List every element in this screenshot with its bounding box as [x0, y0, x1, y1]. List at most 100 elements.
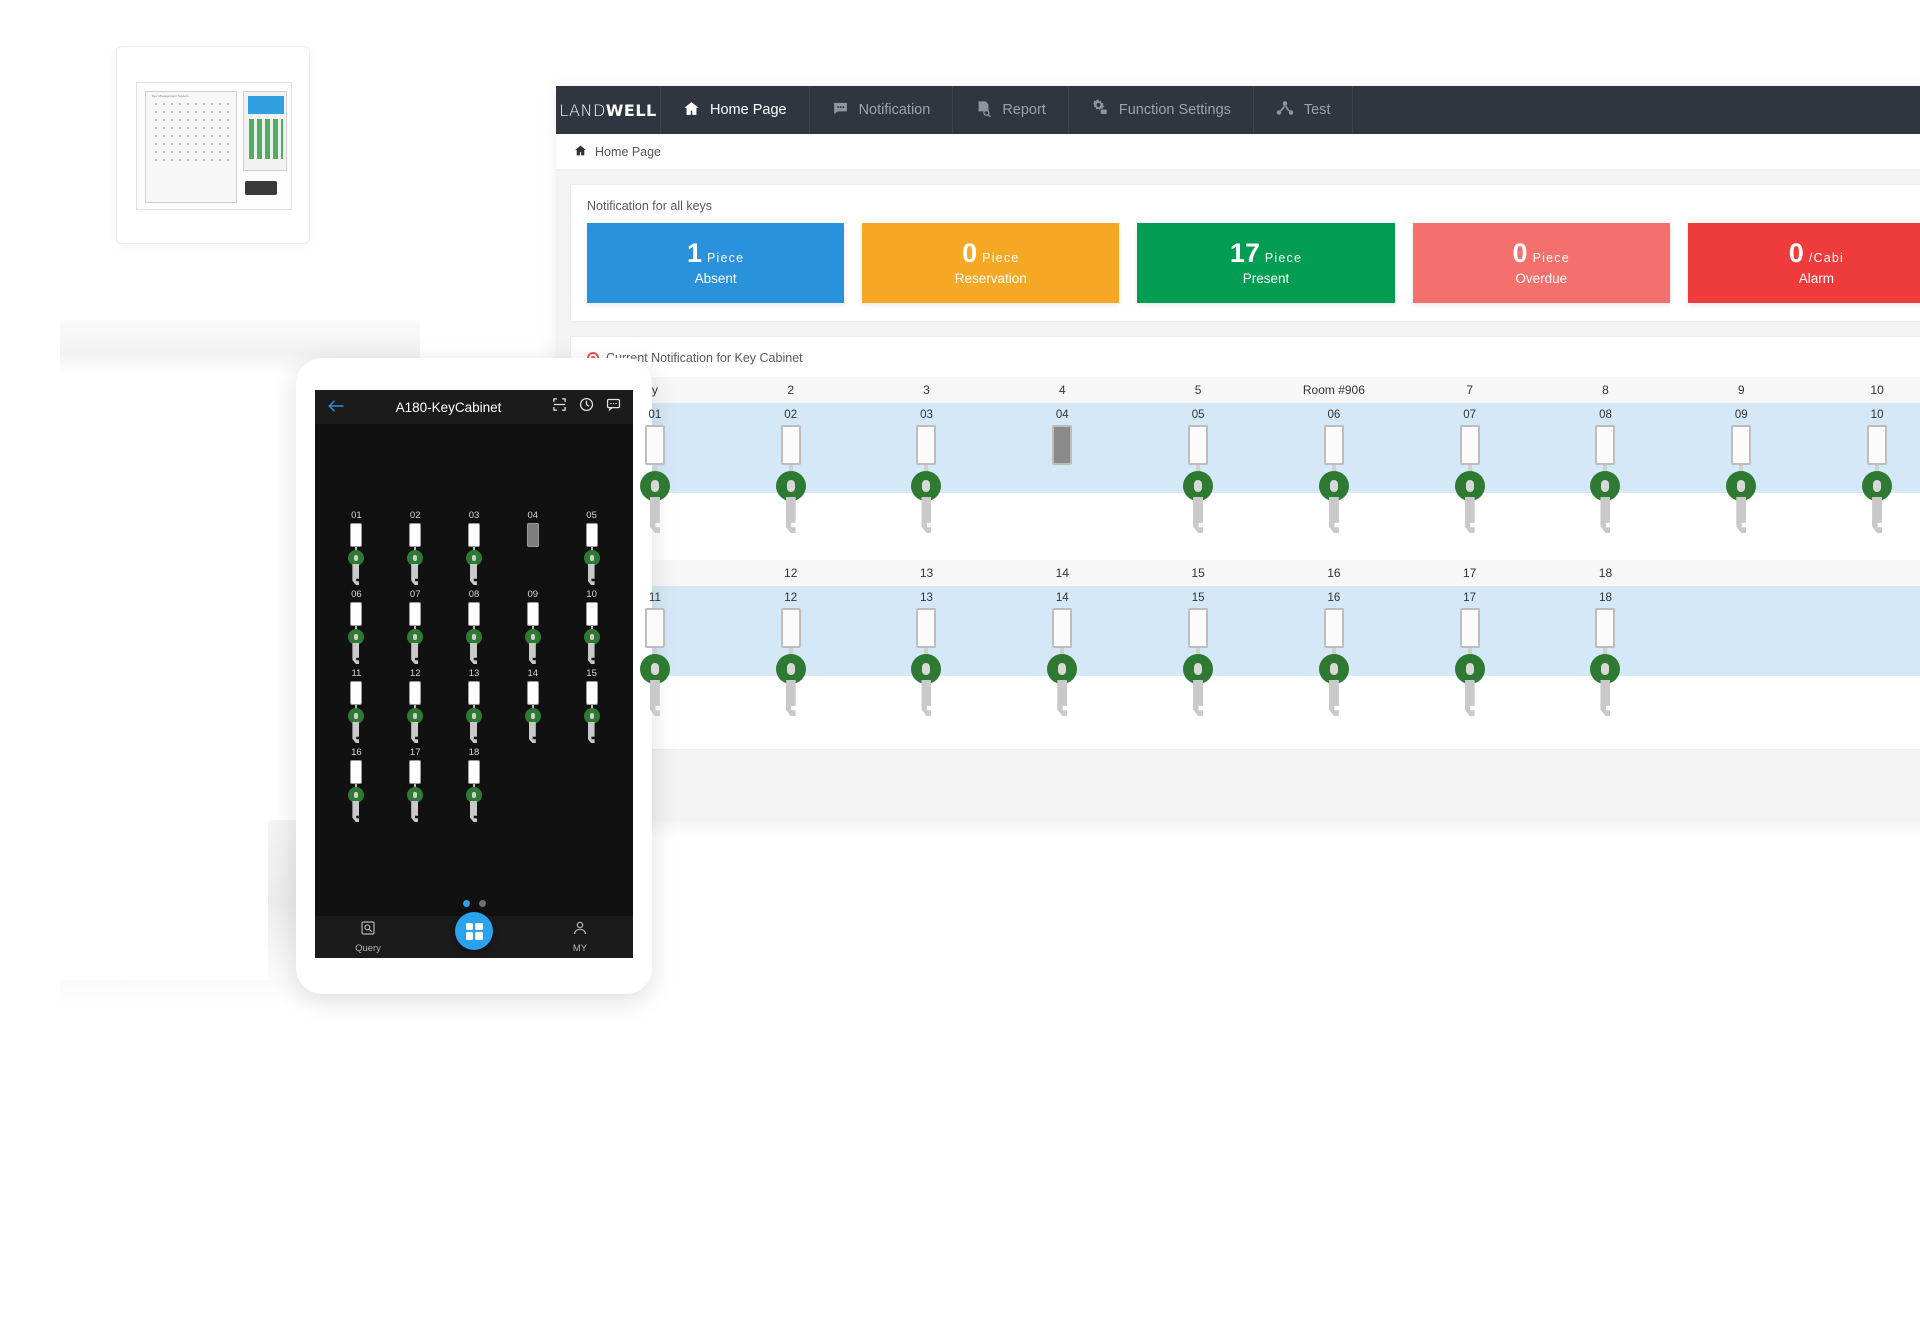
mobile-key-number: 08 — [468, 589, 480, 600]
key-tag-icon — [774, 425, 808, 535]
status-card-alarm-unit: /Cabi — [1808, 251, 1845, 265]
key-tag-icon — [1181, 425, 1215, 535]
mobile-key-number: 01 — [351, 510, 362, 521]
key-cell-number: 17 — [1463, 592, 1477, 604]
key-tag-icon — [1860, 425, 1894, 535]
key-cabinet-table-row-1: y 2 3 4 5 Room #906 7 8 9 10 01 02 03 04… — [587, 377, 1920, 548]
key-cell[interactable]: 01 — [587, 403, 723, 548]
key-tag-icon — [638, 425, 672, 535]
status-card-present[interactable]: 17 Piece Present — [1137, 223, 1395, 303]
mobile-key-cell[interactable]: 12 — [386, 668, 445, 743]
back-arrow-icon[interactable] — [327, 399, 345, 416]
key-cell-number: 11 — [648, 592, 661, 604]
status-card-absent[interactable]: 1 Piece Absent — [587, 223, 845, 303]
product-photo-card: Key Management System — [116, 46, 310, 244]
key-cell[interactable]: 09 — [1673, 403, 1809, 548]
mobile-key-cell[interactable]: 13 — [445, 668, 504, 743]
page-dot[interactable] — [478, 900, 486, 907]
key-tag-icon — [405, 602, 425, 664]
nav-item-report-label: Report — [1002, 102, 1046, 118]
key-cell[interactable]: 14 — [994, 586, 1130, 731]
nav-item-test[interactable]: Test — [1254, 86, 1354, 134]
key-cell-number: 12 — [784, 592, 798, 604]
key-cell-number: 18 — [1599, 592, 1612, 604]
key-cabinet-panel-title-row: Current Notification for Key Cabinet — [587, 351, 1920, 365]
column-header: 10 — [1870, 383, 1884, 397]
mobile-key-cell[interactable]: 06 — [327, 589, 386, 664]
cabinet-screen — [248, 96, 284, 114]
status-card-alarm-label: Alarm — [1798, 271, 1835, 286]
nav-item-notification-label: Notification — [858, 102, 931, 118]
mobile-key-cell[interactable]: 02 — [386, 510, 445, 585]
mobile-key-cell[interactable]: 18 — [445, 747, 504, 822]
key-tag-icon-absent — [523, 523, 543, 585]
mobile-key-number: 03 — [468, 510, 480, 521]
mobile-key-cell[interactable]: 08 — [445, 589, 504, 664]
key-cell-absent[interactable]: 04 — [994, 403, 1130, 548]
column-header: 3 — [923, 383, 930, 397]
mobile-key-cell-absent[interactable]: 04 — [503, 510, 562, 585]
nav-item-notification[interactable]: Notification — [810, 86, 954, 134]
tab-query-label: Query — [355, 943, 381, 954]
column-header: 13 — [919, 566, 934, 580]
mobile-key-cell[interactable]: 17 — [386, 747, 445, 822]
notification-panel-title: Notification for all keys — [587, 199, 713, 213]
column-header: 12 — [784, 566, 798, 580]
mobile-key-cell[interactable]: 09 — [503, 589, 562, 664]
key-cell[interactable]: 08 — [1538, 403, 1674, 548]
key-cell[interactable]: 06 — [1266, 403, 1402, 548]
nav-item-report[interactable]: Report — [953, 86, 1069, 134]
mobile-key-cell[interactable]: 14 — [503, 668, 562, 743]
mobile-key-number: 18 — [468, 747, 480, 758]
key-cell[interactable]: 07 — [1402, 403, 1538, 548]
key-cell-number: 01 — [648, 409, 662, 421]
scan-frame-icon[interactable] — [552, 397, 567, 417]
notification-panel: Notification for all keys 1 Piece Absent… — [570, 184, 1920, 322]
mobile-key-cell[interactable]: 01 — [327, 510, 386, 585]
key-cell[interactable]: 10 — [1809, 403, 1920, 548]
mobile-key-number: 17 — [409, 747, 421, 758]
key-tag-icon-absent — [1045, 425, 1079, 535]
nav-item-home-page[interactable]: Home Page — [661, 86, 810, 134]
mobile-key-cell[interactable]: 16 — [327, 747, 386, 822]
status-card-reservation[interactable]: 0 Piece Reservation — [862, 223, 1120, 303]
tab-query[interactable]: Query — [333, 920, 403, 954]
key-cell-empty — [1809, 586, 1920, 731]
key-cell[interactable]: 15 — [1130, 586, 1266, 731]
key-cell[interactable]: 12 — [723, 586, 859, 731]
mobile-key-number: 02 — [409, 510, 421, 521]
status-card-present-label: Present — [1242, 271, 1290, 286]
mobile-app-bar: A180-KeyCabinet — [315, 390, 633, 424]
key-tag-icon — [1588, 425, 1622, 535]
key-cell[interactable]: 05 — [1130, 403, 1266, 548]
key-cell[interactable]: 13 — [859, 586, 995, 731]
key-cell-number: 06 — [1327, 409, 1341, 421]
tab-my[interactable]: MY — [545, 920, 615, 954]
key-cell[interactable]: 02 — [723, 403, 859, 548]
key-cell[interactable]: 11 — [587, 586, 723, 731]
grid-fab-icon[interactable] — [455, 912, 493, 950]
status-card-alarm[interactable]: 0 /Cabi Alarm — [1687, 223, 1920, 303]
key-cell[interactable]: 16 — [1266, 586, 1402, 731]
key-cell[interactable]: 18 — [1538, 586, 1674, 731]
key-cabinet-table-row-2: 12 13 14 15 16 17 18 11 12 13 14 15 16 1… — [587, 560, 1920, 731]
key-tag-icon — [1317, 608, 1351, 718]
gear-icon — [1091, 99, 1109, 121]
key-tag-icon — [1045, 608, 1079, 718]
key-tag-icon — [464, 523, 484, 585]
column-header: 16 — [1327, 566, 1341, 580]
cabinet-device-label: Key Management System — [152, 94, 189, 98]
key-cell[interactable]: 17 — [1402, 586, 1538, 731]
mobile-key-cell[interactable]: 11 — [327, 668, 386, 743]
column-header: 14 — [1055, 566, 1069, 580]
nav-item-function-settings[interactable]: Function Settings — [1069, 86, 1254, 134]
report-icon — [975, 100, 992, 121]
home-icon — [683, 100, 700, 121]
mobile-key-number: 11 — [351, 668, 362, 679]
mobile-key-cell[interactable]: 03 — [445, 510, 504, 585]
mobile-key-cell-empty — [503, 747, 562, 822]
mobile-key-cell[interactable]: 07 — [386, 589, 445, 664]
status-card-overdue[interactable]: 0 Piece Overdue — [1412, 223, 1670, 303]
key-cell[interactable]: 03 — [859, 403, 995, 548]
page-dot-active[interactable] — [462, 900, 470, 907]
